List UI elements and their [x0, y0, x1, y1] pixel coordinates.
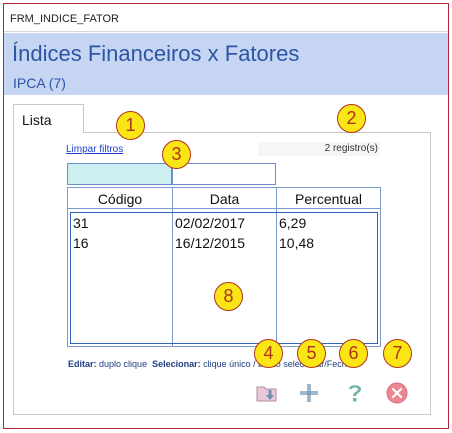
tab-lista[interactable]: Lista: [13, 104, 84, 133]
column-header-data[interactable]: Data: [173, 191, 276, 207]
add-icon[interactable]: [297, 381, 321, 405]
cell-data: 02/02/2017: [175, 215, 246, 231]
page-title: Índices Financeiros x Fatores: [12, 41, 300, 66]
table-row[interactable]: 16 16/12/2015 10,48: [71, 235, 377, 255]
close-icon[interactable]: [385, 381, 409, 405]
record-count: 2 registro(s): [258, 142, 380, 156]
records-grid: Código Data Percentual 31 02/02/2017 6,2…: [67, 187, 381, 347]
callout-6: 6: [339, 339, 368, 368]
cell-codigo: 31: [73, 215, 89, 231]
cell-codigo: 16: [73, 235, 89, 251]
hint-edit-text: duplo clique: [99, 359, 148, 369]
callout-5: 5: [297, 339, 326, 368]
callout-8: 8: [214, 282, 243, 311]
hint-edit-label: Editar:: [68, 359, 97, 369]
window-title: FRM_INDICE_FATOR: [4, 4, 448, 32]
help-icon[interactable]: [343, 381, 367, 405]
page-subtitle: IPCA (7): [13, 75, 66, 91]
callout-2: 2: [337, 104, 366, 133]
hint-select-label: Selecionar:: [152, 359, 201, 369]
form-header: Índices Financeiros x Fatores IPCA (7): [4, 33, 448, 95]
callout-7: 7: [383, 339, 412, 368]
callout-1: 1: [116, 111, 145, 140]
filter-codigo-input[interactable]: [67, 163, 172, 185]
column-header-percentual[interactable]: Percentual: [277, 191, 380, 207]
callout-3: 3: [162, 140, 191, 169]
callout-4: 4: [254, 339, 283, 368]
export-icon[interactable]: [255, 381, 279, 405]
grid-header-row: Código Data Percentual: [68, 188, 380, 209]
filter-data-input[interactable]: [172, 163, 276, 185]
column-header-codigo[interactable]: Código: [68, 191, 172, 207]
cell-percentual: 10,48: [279, 235, 315, 251]
cell-percentual: 6,29: [279, 215, 307, 231]
table-row[interactable]: 31 02/02/2017 6,29: [71, 215, 377, 235]
clear-filters-link[interactable]: Limpar filtros: [66, 144, 123, 155]
grid-body[interactable]: 31 02/02/2017 6,29 16 16/12/2015 10,48: [70, 212, 378, 344]
cell-data: 16/12/2015: [175, 235, 246, 251]
